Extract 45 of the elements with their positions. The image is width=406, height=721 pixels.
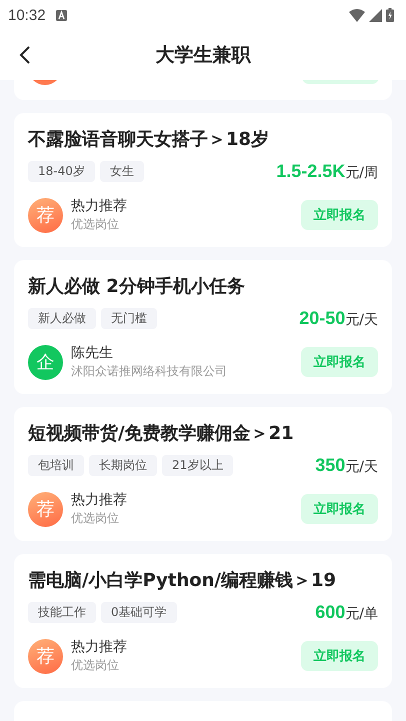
avatar-icon: 企 [28,344,63,380]
poster-name: 热力推荐 [71,491,127,510]
job-card[interactable]: 短视频带货/免费教学赚佣金＞21 包培训 长期岗位 21岁以上 350元/天 荐 热力推荐 优选岗位 立即报名 [14,407,392,541]
poster-name: 热力推荐 [71,638,127,657]
poster-subtitle: 优选岗位 [71,510,120,527]
status-time: 10:32 [8,6,46,24]
back-icon [19,46,31,64]
notification-icon [56,10,67,20]
poster-subtitle: 优选岗位 [71,657,120,674]
job-title: 新人必做 2分钟手机小任务 [28,275,246,299]
poster-name: 热力推荐 [71,197,127,216]
job-card[interactable]: 不露脸语音聊天女搭子＞18岁 18-40岁 女生 1.5-2.5K元/周 荐 热力推荐 优选岗位 立即报名 [14,113,392,247]
poster-subtitle: 沭阳众诺推网络科技有限公司 [71,363,227,380]
avatar-icon: 荐 [28,198,63,232]
job-tag: 新人必做 [28,308,96,328]
job-tag: 18-40岁 [28,160,95,182]
pay-amount: 1.5-2.5K [276,160,346,182]
avatar-icon: 荐 [28,492,63,526]
job-tag: 技能工作 [28,602,96,622]
job-card[interactable] [14,80,392,100]
pay-unit: 元/天 [345,310,378,328]
pay-amount: 600 [315,602,346,622]
job-tag: 包培训 [28,454,84,476]
job-title: 需电脑/小白学Python/编程赚钱＞19 [28,569,338,593]
battery-icon [386,8,394,22]
job-tag: 无门槛 [101,308,157,328]
job-title: 短视频带货/免费教学赚佣金＞21 [28,422,295,446]
signal-icon [369,8,382,22]
pay-unit: 元/周 [345,164,378,182]
avatar-icon: 荐 [28,638,63,674]
job-card[interactable]: 需电脑/小白学Python/编程赚钱＞19 技能工作 0基础可学 600元/单 荐 热力推荐 优选岗位 立即报名 [14,554,392,688]
job-tag: 女生 [100,160,144,182]
pay-amount: 20-50 [299,308,346,328]
pay-unit: 元/天 [345,458,378,476]
page-title: 大学生兼职 [156,43,250,68]
pay-unit: 元/单 [345,604,378,622]
poster-name: 陈先生 [71,344,114,363]
job-title: 不露脸语音聊天女搭子＞18岁 [28,128,270,152]
poster-subtitle: 优选岗位 [71,216,120,233]
job-tag: 21岁以上 [162,454,234,476]
job-tag: 长期岗位 [89,454,157,476]
job-tag: 0基础可学 [101,602,177,622]
pay-amount: 350 [315,454,346,476]
wifi-icon [349,8,365,22]
job-card[interactable]: 新人必做 2分钟手机小任务 新人必做 无门槛 20-50元/天 企 陈先生 沭阳众诺推网络科技有限公司 立即报名 [14,260,392,394]
